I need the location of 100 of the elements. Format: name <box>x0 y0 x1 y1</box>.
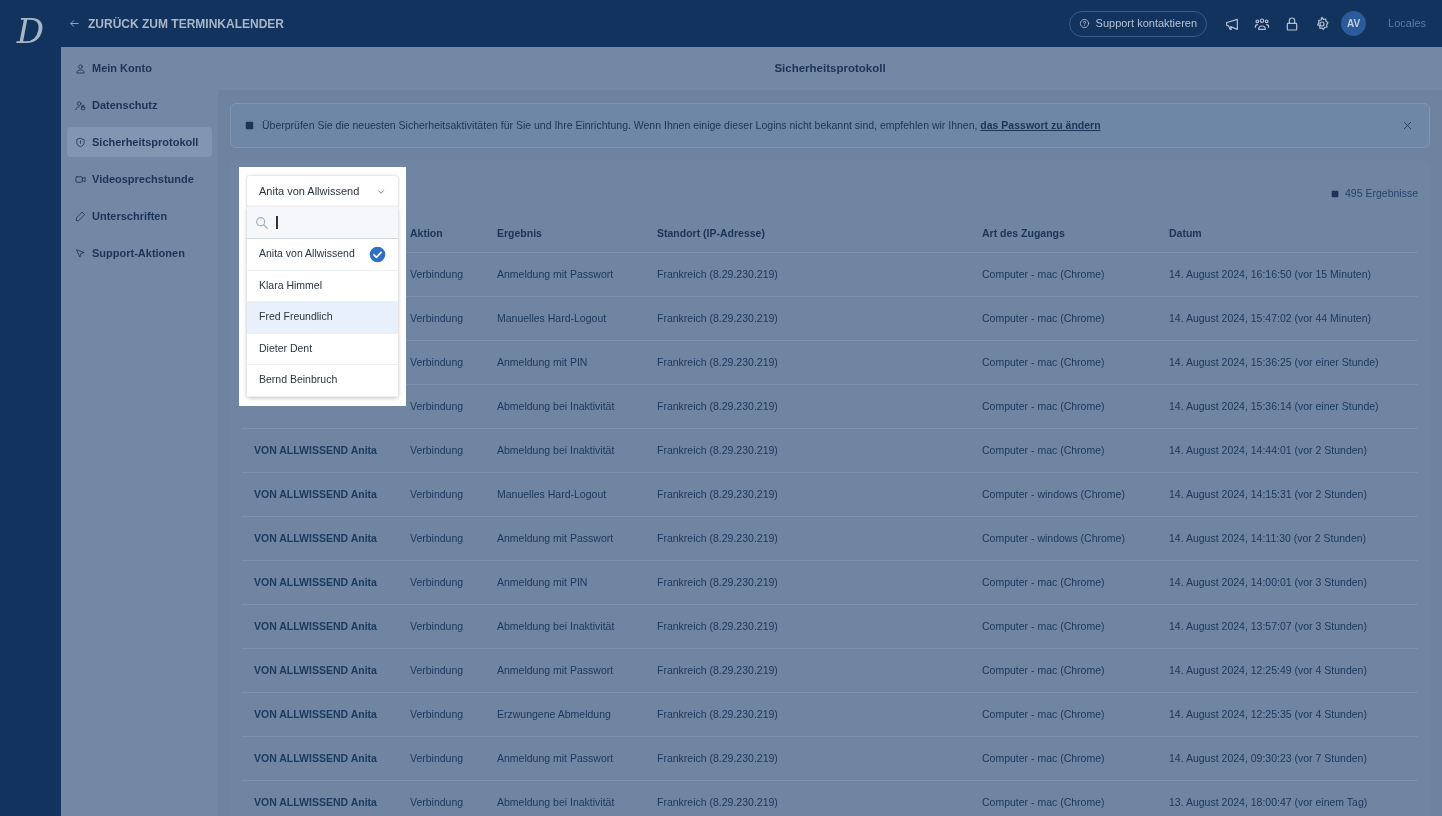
table-cell-text: Frankreich (8.29.230.219) <box>657 398 779 414</box>
table-cell-text: Abmeldung bei Inaktivität <box>497 398 616 414</box>
pencil-icon <box>75 210 86 222</box>
table-cell-text: VON ALLWISSEND Anita <box>253 706 378 722</box>
user-lock-icon <box>75 99 86 111</box>
table-cell-text: Verbindung <box>410 794 465 810</box>
user-icon <box>75 62 86 74</box>
table-cell-text: 14. August 2024, 15:47:02 (vor 44 Minuten) <box>1169 310 1372 326</box>
table-cell-text: Computer - windows (Chrome) <box>982 486 1126 502</box>
table-cell-text: VON ALLWISSEND Anita <box>253 530 378 546</box>
table-cell-text: 14. August 2024, 14:11:30 (vor 2 Stunden) <box>1169 530 1368 546</box>
table-cell-text: Frankreich (8.29.230.219) <box>657 662 779 678</box>
info-icon <box>1331 190 1340 198</box>
dropdown-option[interactable]: Klara Himmel <box>247 270 398 302</box>
table-cell-text: Verbindung <box>410 574 465 590</box>
dropdown-option[interactable]: Dieter Dent <box>247 333 398 365</box>
table-cell-text: Verbindung <box>410 442 465 458</box>
user-avatar[interactable]: AV <box>1341 11 1367 36</box>
table-cell-text: Verbindung <box>410 662 465 678</box>
table-cell-text: Computer - mac (Chrome) <box>982 706 1106 722</box>
table-cell-text: Frankreich (8.29.230.219) <box>657 266 779 282</box>
table-cell-text: Anmeldung mit Passwort <box>497 662 615 678</box>
table-cell-text: Computer - mac (Chrome) <box>982 794 1106 810</box>
sidebar-item[interactable]: Datenschutz <box>67 90 212 120</box>
table-cell-text: Computer - mac (Chrome) <box>982 750 1106 766</box>
table-cell-text: Computer - mac (Chrome) <box>982 574 1106 590</box>
table-cell-text: VON ALLWISSEND Anita <box>253 794 378 810</box>
sidebar-item[interactable]: Support-Aktionen <box>67 238 212 268</box>
dropdown-option[interactable]: Anita von Allwissend <box>247 239 398 271</box>
search-field[interactable] <box>247 207 398 239</box>
table-cell-text: VON ALLWISSEND Anita <box>253 750 378 766</box>
shield-icon <box>75 136 86 148</box>
table-cell-text: Frankreich (8.29.230.219) <box>657 310 779 326</box>
sidebar-item[interactable]: Sicherheitsprotokoll <box>67 127 212 157</box>
table-cell-text: 14. August 2024, 16:16:50 (vor 15 Minuten) <box>1169 266 1372 282</box>
table-cell-text: Abmeldung bei Inaktivität <box>497 618 616 634</box>
table-cell-text: Frankreich (8.29.230.219) <box>657 618 779 634</box>
table-cell-text: Frankreich (8.29.230.219) <box>657 574 779 590</box>
table-cell-text: Frankreich (8.29.230.219) <box>657 794 779 810</box>
results-count: 495 Ergebnisse <box>1345 186 1418 202</box>
table-cell-text: VON ALLWISSEND Anita <box>253 574 378 590</box>
table-cell-text: Verbindung <box>410 354 465 370</box>
table-cell-text: 14. August 2024, 15:36:25 (vor einer Stunde) <box>1169 354 1380 370</box>
table-cell-text: Verbindung <box>410 530 465 546</box>
column-header: Ergebnis <box>497 226 543 242</box>
table-cell-text: Frankreich (8.29.230.219) <box>657 750 779 766</box>
table-cell-text: Verbindung <box>410 486 465 502</box>
text-cursor <box>276 216 278 229</box>
table-cell-text: 14. August 2024, 09:30:23 (vor 7 Stunden) <box>1169 750 1368 766</box>
settings-icon <box>1314 15 1331 32</box>
table-cell-text: Abmeldung bei Inaktivität <box>497 442 616 458</box>
table-cell-text: Frankreich (8.29.230.219) <box>657 706 779 722</box>
column-header: Aktion <box>410 226 444 242</box>
app-logo[interactable]: D <box>16 14 45 48</box>
table-cell-text: Abmeldung bei Inaktivität <box>497 794 616 810</box>
dropdown-option[interactable]: Fred Freundlich <box>247 302 398 334</box>
table-cell-text: 14. August 2024, 12:25:49 (vor 4 Stunden) <box>1169 662 1368 678</box>
table-cell-text: 14. August 2024, 12:25:35 (vor 4 Stunden) <box>1169 706 1368 722</box>
table-cell-text: Anmeldung mit Passwort <box>497 750 615 766</box>
change-password-link[interactable]: das Passwort zu ändern <box>980 118 1101 131</box>
back-link[interactable]: ZURÜCK ZUM TERMINKALENDER <box>69 14 284 33</box>
arrow-left-icon <box>69 18 80 29</box>
table-cell-text: VON ALLWISSEND Anita <box>253 618 378 634</box>
search-icon <box>254 214 270 231</box>
dropdown-option[interactable]: Bernd Beinbruch <box>247 365 398 397</box>
user-select[interactable]: Anita von Allwissend <box>247 176 398 207</box>
table-cell-text: Computer - mac (Chrome) <box>982 398 1106 414</box>
table-cell-text: Anmeldung mit PIN <box>497 354 589 370</box>
sidebar-item[interactable]: Unterschriften <box>67 201 212 231</box>
table-cell-text: Computer - mac (Chrome) <box>982 354 1106 370</box>
banner-message: Überprüfen Sie die neuesten Sicherheitsaktivitäten für Sie und Ihre Einrichtung. Wenn Ihnen einige dieser Logins nicht bekannt sind, empfehlen wir Ihnen, das Passwort zu ändern <box>262 117 1102 133</box>
table-cell-text: Verbindung <box>410 398 465 414</box>
table-cell-text: Frankreich (8.29.230.219) <box>657 486 779 502</box>
column-header: Standort (IP-Adresse) <box>657 226 766 242</box>
table-cell-text: Verbindung <box>410 750 465 766</box>
table-cell-text: VON ALLWISSEND Anita <box>253 442 378 458</box>
table-cell-text: 13. August 2024, 18:00:47 (vor einem Tag) <box>1169 794 1369 810</box>
table-cell-text: Computer - mac (Chrome) <box>982 266 1106 282</box>
table-cell-text: 14. August 2024, 14:00:01 (vor 3 Stunden) <box>1169 574 1368 590</box>
page-title: Sicherheitsprotokoll <box>774 60 886 76</box>
table-cell-text: Computer - mac (Chrome) <box>982 618 1106 634</box>
sidebar-item[interactable]: Videosprechstunde <box>67 164 212 194</box>
table-cell-text: Verbindung <box>410 706 465 722</box>
info-icon <box>245 121 254 130</box>
table-cell-text: Verbindung <box>410 266 465 282</box>
table-cell-text: Frankreich (8.29.230.219) <box>657 442 779 458</box>
table-cell-text: VON ALLWISSEND Anita <box>253 486 378 502</box>
table-cell-text: Anmeldung mit PIN <box>497 574 589 590</box>
table-cell-text: Verbindung <box>410 618 465 634</box>
column-header: Datum <box>1169 226 1203 242</box>
table-cell-text: Verbindung <box>410 310 465 326</box>
table-cell-text: 14. August 2024, 14:44:01 (vor 2 Stunden) <box>1169 442 1368 458</box>
table-cell-text: Manuelles Hard-Logout <box>497 486 608 502</box>
help-circle-icon <box>1078 18 1090 29</box>
table-cell-text: Computer - mac (Chrome) <box>982 442 1106 458</box>
cursor-icon <box>75 247 86 259</box>
table-cell-text: 14. August 2024, 13:57:07 (vor 3 Stunden) <box>1169 618 1368 634</box>
video-camera-icon <box>75 173 86 185</box>
sidebar-item[interactable]: Mein Konto <box>67 53 212 83</box>
table-cell-text: Computer - windows (Chrome) <box>982 530 1126 546</box>
